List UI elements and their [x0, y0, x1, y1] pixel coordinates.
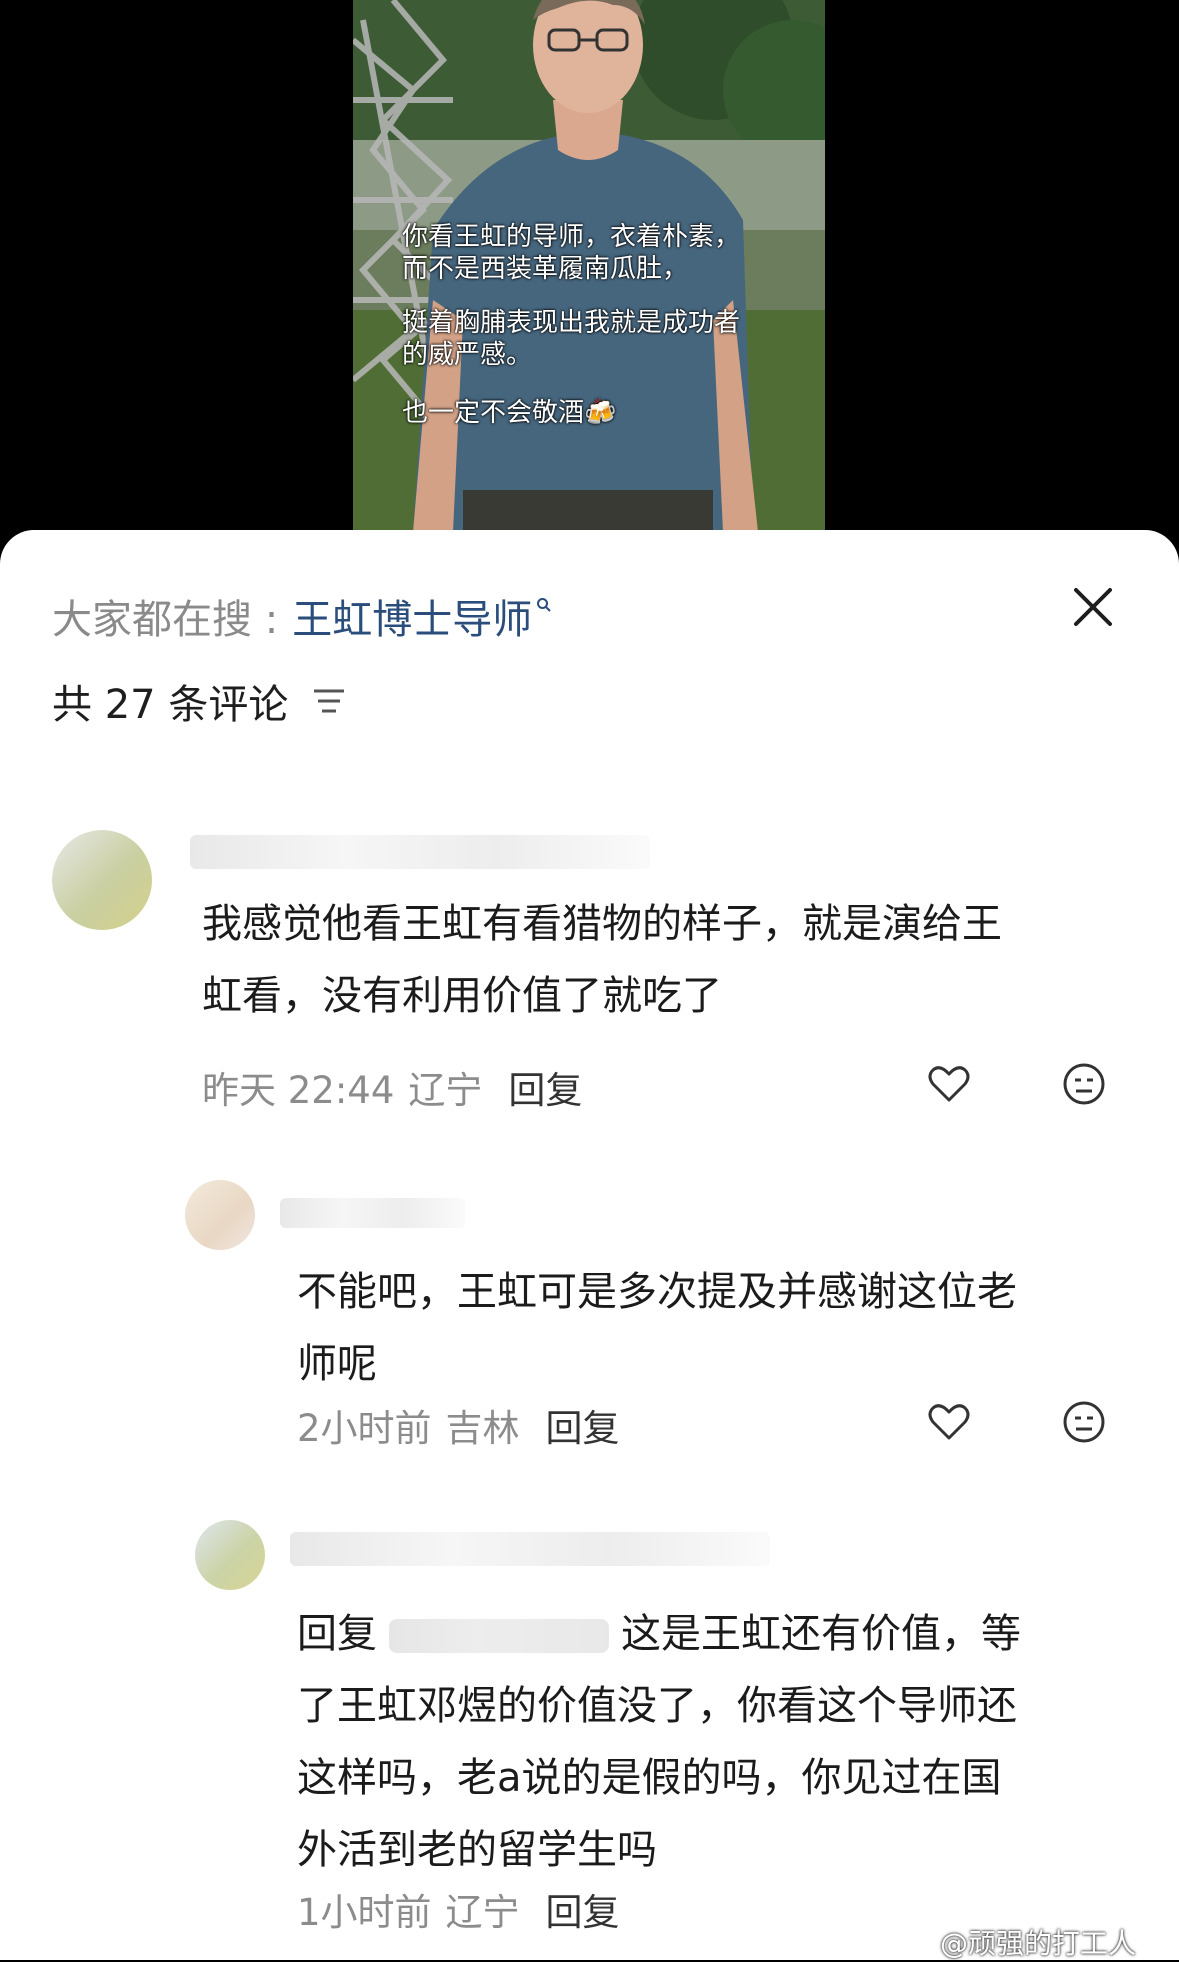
comment-text-line: 外活到老的留学生吗	[297, 1827, 657, 1873]
watermark: @顽强的打工人	[940, 1922, 1136, 1962]
comment-meta: 昨天 22:44 辽宁 回复	[202, 1060, 582, 1114]
avatar[interactable]	[52, 830, 152, 930]
video-caption-line-1: 你看王虹的导师，衣着朴素，	[402, 222, 741, 252]
video-area[interactable]: 你看王虹的导师，衣着朴素， 而不是西装革履南瓜肚， 挺着胸脯表现出我就是成功者 …	[0, 0, 1179, 545]
comment-text-line: 了王虹邓煜的价值没了，你看这个导师还	[297, 1683, 1017, 1729]
dislike-face-icon[interactable]	[1060, 1398, 1108, 1446]
comment-time: 1小时前	[297, 1891, 432, 1934]
video-caption-line-2: 而不是西装革履南瓜肚，	[402, 254, 689, 284]
trending-search-prefix: 大家都在搜 :	[52, 597, 279, 643]
username-redacted[interactable]	[290, 1532, 770, 1566]
comment-meta: 2小时前 吉林 回复	[297, 1398, 620, 1452]
mentioned-user-redacted[interactable]	[389, 1619, 609, 1653]
comment-count-row: 共 27 条评论	[52, 672, 346, 730]
avatar[interactable]	[195, 1520, 265, 1590]
heart-icon[interactable]	[925, 1060, 973, 1108]
comment-count: 共 27 条评论	[52, 682, 289, 728]
trending-search-term[interactable]: 王虹博士导师	[292, 587, 532, 645]
heart-icon[interactable]	[925, 1398, 973, 1446]
reply-prefix: 回复	[297, 1611, 377, 1657]
comment-text-segment: 这是王虹还有价值，等	[621, 1611, 1021, 1657]
username-redacted[interactable]	[190, 835, 650, 869]
comment-location: 吉林	[445, 1407, 520, 1450]
comment-text: 不能吧，王虹可是多次提及并感谢这位老 师呢	[297, 1256, 1137, 1400]
close-icon[interactable]	[1068, 582, 1118, 632]
comment-text-line: 不能吧，王虹可是多次提及并感谢这位老	[297, 1269, 1017, 1315]
comment-time: 2小时前	[297, 1407, 432, 1450]
comment-text-line: 虹看，没有利用价值了就吃了	[202, 973, 722, 1019]
reply-button[interactable]: 回复	[546, 1398, 620, 1452]
search-icon	[537, 598, 551, 612]
comment-text: 我感觉他看王虹有看猎物的样子，就是演给王 虹看，没有利用价值了就吃了	[202, 888, 1142, 1032]
reply-button[interactable]: 回复	[546, 1882, 620, 1936]
comment-text: 回复 这是王虹还有价值，等 了王虹邓煜的价值没了，你看这个导师还 这样吗，老a说的…	[297, 1598, 1157, 1886]
comment-sheet: 大家都在搜 : 王虹博士导师 共 27 条评论 我感觉他看王虹有看猎物的样子，就…	[0, 530, 1179, 1960]
watermark-text: @顽强的打工人	[940, 1927, 1137, 1960]
video-caption-line-3: 挺着胸脯表现出我就是成功者	[402, 308, 741, 338]
comment-text-line: 师呢	[297, 1341, 377, 1387]
dislike-face-icon[interactable]	[1060, 1060, 1108, 1108]
comment-meta: 1小时前 辽宁 回复	[297, 1882, 620, 1936]
comment-location: 辽宁	[445, 1891, 520, 1934]
comment-text-line: 回复 这是王虹还有价值，等	[297, 1598, 1157, 1670]
sort-icon[interactable]	[312, 686, 346, 716]
avatar[interactable]	[185, 1180, 255, 1250]
comment-text-line: 我感觉他看王虹有看猎物的样子，就是演给王	[202, 901, 1002, 947]
comment-text-line: 这样吗，老a说的是假的吗，你见过在国	[297, 1755, 1002, 1801]
comment-time: 昨天 22:44	[202, 1069, 395, 1112]
trending-search[interactable]: 大家都在搜 : 王虹博士导师	[52, 587, 552, 645]
video-caption-line-4: 的威严感。	[402, 340, 533, 370]
reply-button[interactable]: 回复	[508, 1060, 582, 1114]
video-frame[interactable]: 你看王虹的导师，衣着朴素， 而不是西装革履南瓜肚， 挺着胸脯表现出我就是成功者 …	[353, 0, 825, 532]
username-redacted[interactable]	[280, 1198, 465, 1228]
comment-location: 辽宁	[408, 1069, 483, 1112]
video-caption-line-5: 也一定不会敬酒🍻	[402, 398, 617, 428]
